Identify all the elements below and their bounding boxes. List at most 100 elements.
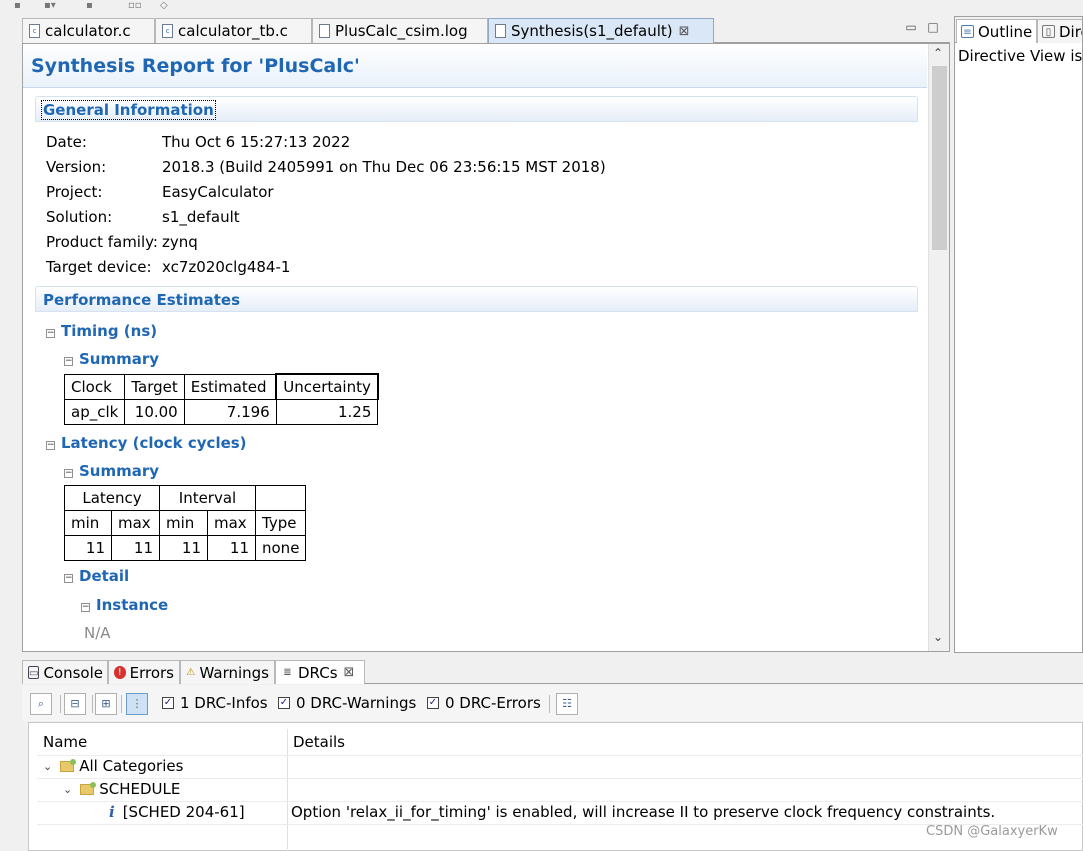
close-icon[interactable]: ⊠ — [679, 24, 690, 39]
search-icon[interactable]: ⌕ — [30, 693, 52, 715]
tree-node-label: All Categories — [79, 757, 184, 775]
details-text: Option 'relax_ii_for_timing' is enabled,… — [291, 803, 996, 821]
row-divider — [37, 801, 1083, 802]
tree-node-schedule[interactable]: ⌄ SCHEDULE — [63, 780, 180, 798]
column-header-details[interactable]: Details — [293, 733, 345, 751]
table-row: 11 11 11 11 none — [64, 535, 307, 561]
timing-heading: Timing (ns) — [61, 322, 158, 340]
collapse-toggle-icon[interactable]: − — [64, 574, 73, 583]
info-key: Product family: — [46, 233, 158, 251]
scroll-down-icon[interactable]: ⌄ — [933, 630, 943, 644]
drc-item-details: Option 'relax_ii_for_timing' is enabled,… — [291, 803, 995, 821]
info-icon: i — [109, 803, 115, 821]
table-header: Clock — [63, 373, 126, 400]
console-icon: ▭ — [28, 666, 40, 679]
tree-node-drc-item[interactable]: i [SCHED 204-61] — [109, 803, 245, 821]
report-title: Synthesis Report for 'PlusCalc' — [31, 55, 360, 77]
hierarchy-icon[interactable]: ⋮ — [126, 693, 148, 715]
tab-label: calculator_tb.c — [178, 22, 288, 40]
tab-calculator-tb-c[interactable]: c calculator_tb.c — [155, 18, 312, 43]
section-performance-estimates[interactable]: Performance Estimates — [35, 286, 918, 312]
column-header-name[interactable]: Name — [43, 733, 87, 751]
chevron-down-icon[interactable]: ⌄ — [43, 760, 52, 773]
table-header: min — [159, 510, 208, 536]
scroll-up-icon[interactable]: ⌃ — [933, 46, 943, 60]
latency-summary-heading: Summary — [79, 462, 160, 480]
tree-node-label: [SCHED 204-61] — [122, 803, 245, 821]
latency-heading: Latency (clock cycles) — [61, 434, 247, 452]
tab-label: Synthesis(s1_default) — [511, 22, 673, 40]
drc-warnings-checkbox[interactable]: ✓ — [278, 697, 290, 709]
tab-errors[interactable]: ! Errors — [108, 660, 180, 684]
bottom-tab-bar: ▭ Console ! Errors ⚠ Warnings ≣ DRCs ⊠ — [22, 658, 1083, 684]
table-group-header: Interval — [159, 485, 256, 511]
collapse-toggle-icon[interactable]: − — [64, 357, 73, 366]
table-header-row: Clock Target Estimated Uncertainty — [63, 373, 379, 400]
editor-tab-bar: c calculator.c c calculator_tb.c PlusCal… — [22, 16, 950, 43]
column-divider[interactable] — [287, 729, 288, 851]
toolbar-icon[interactable]: ▪▾ — [44, 0, 56, 11]
info-value: 2018.3 (Build 2405991 on Thu Dec 06 23:5… — [162, 158, 606, 176]
minimize-icon[interactable]: ▭ — [904, 20, 918, 34]
tree-node-all-categories[interactable]: ⌄ All Categories — [43, 757, 183, 775]
tab-directive[interactable]: ▯ Dire — [1037, 19, 1082, 43]
tab-calculator-c[interactable]: c calculator.c — [22, 18, 155, 43]
collapse-toggle-icon[interactable]: − — [81, 603, 90, 612]
report-scrollbar[interactable]: ⌃ ⌄ — [928, 44, 949, 651]
collapse-toggle-icon[interactable]: − — [46, 441, 55, 450]
outline-tab-bar: ≡ Outline ▯ Dire — [955, 17, 1082, 43]
instance-heading: Instance — [96, 596, 169, 614]
chevron-down-icon[interactable]: ⌄ — [63, 783, 72, 796]
instance-value: N/A — [84, 624, 111, 642]
tab-label: Dire — [1059, 22, 1082, 41]
warning-icon: ⚠ — [186, 667, 196, 678]
drc-icon: ≣ — [283, 667, 292, 678]
section-general-information[interactable]: General Information — [35, 96, 918, 122]
tab-console[interactable]: ▭ Console — [22, 660, 108, 684]
directive-icon: ▯ — [1042, 25, 1055, 38]
collapse-all-icon[interactable]: ⊟ — [64, 693, 86, 715]
tab-label: Console — [43, 663, 103, 682]
drc-errors-checkbox[interactable]: ✓ — [427, 697, 439, 709]
toolbar-icon[interactable]: ▪ — [14, 0, 21, 11]
table-cell: 11 — [111, 535, 160, 561]
drc-warnings-label: 0 DRC-Warnings — [296, 694, 417, 712]
toolbar-separator — [121, 695, 122, 713]
drc-infos-label: 1 DRC-Infos — [180, 694, 268, 712]
maximize-icon[interactable]: □ — [926, 20, 940, 34]
tab-label: calculator.c — [45, 22, 131, 40]
tab-synthesis-report[interactable]: Synthesis(s1_default) ⊠ — [488, 18, 714, 43]
tab-outline[interactable]: ≡ Outline — [956, 19, 1037, 43]
tab-pluscalc-csim-log[interactable]: PlusCalc_csim.log — [312, 18, 488, 43]
drc-errors-label: 0 DRC-Errors — [445, 694, 541, 712]
tab-drcs[interactable]: ≣ DRCs ⊠ — [275, 660, 365, 684]
directive-view-message: Directive View is n — [958, 47, 1083, 65]
expand-all-icon[interactable]: ⊞ — [95, 693, 117, 715]
collapse-toggle-icon[interactable]: − — [64, 469, 73, 478]
folder-icon — [60, 758, 77, 772]
tab-warnings[interactable]: ⚠ Warnings — [180, 660, 275, 684]
tab-label: PlusCalc_csim.log — [335, 22, 468, 40]
outline-icon: ≡ — [961, 25, 974, 38]
toolbar-separator — [60, 695, 61, 713]
toolbar-icon[interactable]: ◇ — [160, 0, 168, 11]
columns-icon[interactable]: ☷ — [556, 693, 578, 715]
info-key: Date: — [46, 133, 87, 151]
tab-label: Errors — [129, 663, 174, 682]
table-header-row: min max min max Type — [64, 510, 307, 536]
close-icon[interactable]: ⊠ — [344, 665, 355, 680]
section-heading: General Information — [41, 100, 216, 120]
report-title-bar: Synthesis Report for 'PlusCalc' — [23, 44, 927, 88]
scrollbar-thumb[interactable] — [932, 66, 947, 250]
error-icon: ! — [114, 666, 126, 679]
collapse-toggle-icon[interactable]: − — [46, 329, 55, 338]
drc-infos-checkbox[interactable]: ✓ — [162, 697, 174, 709]
outline-pane: ≡ Outline ▯ Dire Directive View is n — [954, 16, 1083, 653]
table-header: Target — [124, 373, 185, 400]
toolbar-icon[interactable]: ▫▫ — [128, 0, 142, 11]
toolbar-icon[interactable]: ▪ — [86, 0, 93, 11]
main-toolbar-strip: ▪ ▪▾ ▪ ▫▫ ◇ — [0, 0, 1083, 14]
info-value: s1_default — [162, 208, 240, 226]
toolbar-separator — [549, 695, 550, 713]
table-header: Estimated — [183, 373, 277, 400]
